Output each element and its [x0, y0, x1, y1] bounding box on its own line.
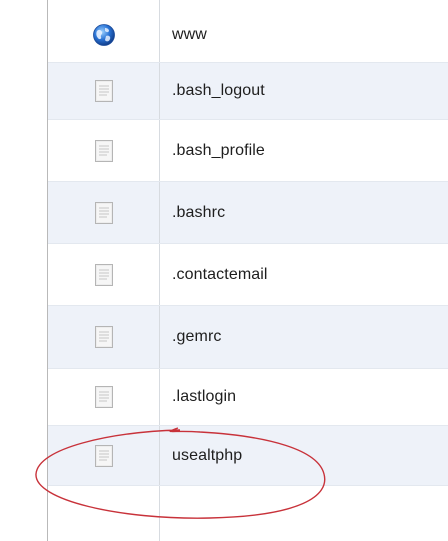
file-icon [94, 139, 114, 163]
file-row[interactable]: .gemrc [48, 306, 448, 369]
file-row[interactable]: .contactemail [48, 244, 448, 306]
column-divider [159, 369, 160, 425]
file-name[interactable]: .bash_profile [172, 120, 265, 181]
file-icon [94, 444, 114, 468]
file-row[interactable]: .bash_logout [48, 63, 448, 120]
column-divider [159, 182, 160, 243]
file-type-cell [48, 182, 159, 243]
file-type-cell [48, 306, 159, 368]
file-type-cell [48, 8, 159, 62]
file-row[interactable]: usealtphp [48, 426, 448, 486]
column-divider [159, 426, 160, 485]
file-name[interactable]: .bashrc [172, 182, 225, 243]
column-divider [159, 120, 160, 181]
file-row[interactable]: .bashrc [48, 182, 448, 244]
file-row[interactable]: .lastlogin [48, 369, 448, 426]
file-name[interactable]: usealtphp [172, 426, 242, 485]
globe-icon [92, 23, 116, 47]
file-name[interactable]: .lastlogin [172, 369, 236, 425]
table-top-padding [48, 0, 448, 8]
file-icon [94, 325, 114, 349]
file-row[interactable]: .bash_profile [48, 120, 448, 182]
file-icon [94, 79, 114, 103]
file-type-cell [48, 63, 159, 119]
file-type-cell [48, 426, 159, 485]
file-name[interactable]: .bash_logout [172, 63, 265, 119]
column-divider [159, 8, 160, 62]
file-list: www .bash_logout .bash_profile .bashrc .cont… [48, 8, 448, 486]
file-name[interactable]: .contactemail [172, 244, 268, 305]
file-type-cell [48, 120, 159, 181]
file-manager-view: www .bash_logout .bash_profile .bashrc .cont… [0, 0, 448, 541]
file-icon [94, 201, 114, 225]
file-type-cell [48, 369, 159, 425]
column-divider [159, 0, 160, 8]
column-divider [159, 244, 160, 305]
file-icon [94, 385, 114, 409]
file-name[interactable]: www [172, 8, 207, 62]
file-row[interactable]: www [48, 8, 448, 63]
file-name[interactable]: .gemrc [172, 306, 222, 368]
column-divider [159, 63, 160, 119]
file-type-cell [48, 244, 159, 305]
file-icon [94, 263, 114, 287]
column-divider [159, 306, 160, 368]
column-divider [159, 486, 160, 541]
